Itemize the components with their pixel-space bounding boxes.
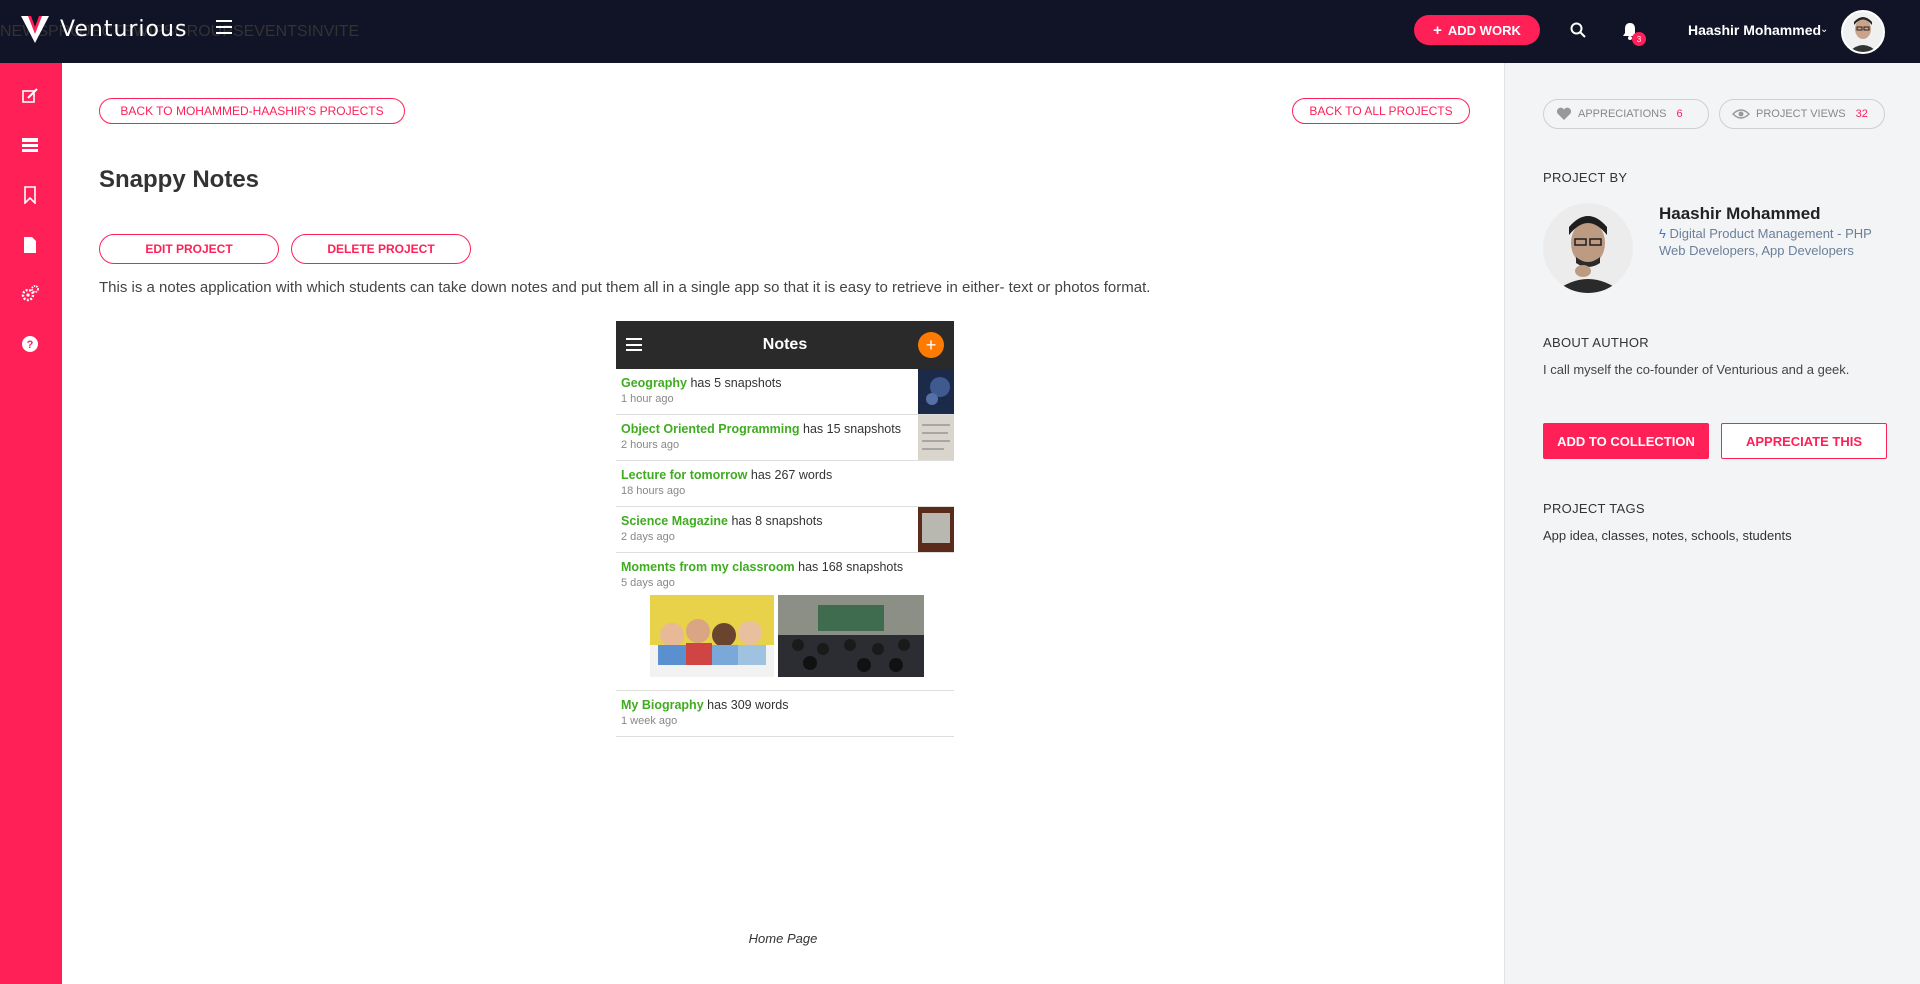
nav-invite[interactable]: INVITE — [308, 23, 360, 41]
note-detail: has 267 words — [750, 468, 833, 482]
project-views-count: 32 — [1855, 108, 1868, 120]
about-author-text: I call myself the co-founder of Venturio… — [1543, 362, 1850, 377]
left-sidebar: ? — [0, 63, 62, 984]
note-time: 1 week ago — [621, 715, 678, 727]
appreciations-label: APPRECIATIONS — [1578, 108, 1667, 120]
phone-title: Notes — [762, 336, 808, 353]
settings-icon[interactable] — [21, 285, 39, 303]
help-icon[interactable]: ? — [21, 335, 39, 353]
back-to-user-projects-button[interactable]: BACK TO MOHAMMED-HAASHIR'S PROJECTS — [99, 98, 405, 124]
back-to-all-projects-button[interactable]: BACK TO ALL PROJECTS — [1292, 98, 1470, 124]
venturious-logo[interactable]: Venturious — [20, 14, 187, 44]
add-to-collection-button[interactable]: ADD TO COLLECTION — [1543, 423, 1709, 459]
list-item: Lecture for tomorrow has 267 words 18 ho… — [616, 461, 954, 507]
nav-events[interactable]: EVENTS — [244, 23, 308, 41]
project-screenshot: Notes + Geography has 5 snapshots 1 hour… — [616, 321, 954, 739]
project-tags: App idea, classes, notes, schools, stude… — [1543, 528, 1792, 543]
list-icon[interactable] — [21, 136, 39, 154]
note-title: Moments from my classroom — [621, 560, 795, 574]
note-detail: has 8 snapshots — [731, 514, 823, 528]
project-description: This is a notes application with which s… — [99, 279, 1151, 296]
list-item: Science Magazine has 8 snapshots 2 days … — [616, 507, 954, 553]
project-tags-heading: PROJECT TAGS — [1543, 501, 1645, 516]
note-thumbnail — [918, 415, 954, 460]
appreciations-count: 6 — [1676, 108, 1683, 120]
lecture-hall-photo — [778, 595, 924, 677]
project-by-heading: PROJECT BY — [1543, 170, 1628, 185]
about-author-heading: ABOUT AUTHOR — [1543, 335, 1649, 350]
appreciations-badge[interactable]: APPRECIATIONS 6 — [1543, 99, 1709, 129]
note-detail: has 5 snapshots — [690, 376, 782, 390]
app-name: Venturious — [60, 16, 188, 42]
image-caption: Home Page — [748, 931, 818, 946]
note-time: 2 hours ago — [621, 439, 680, 451]
note-time: 2 days ago — [621, 531, 675, 543]
add-work-button[interactable]: + ADD WORK — [1414, 15, 1540, 45]
menu-toggle-icon[interactable] — [216, 20, 232, 34]
edit-project-button[interactable]: EDIT PROJECT — [99, 234, 279, 264]
edit-icon[interactable] — [21, 87, 39, 105]
author-role-text: Digital Product Management - PHP Web Dev… — [1659, 226, 1872, 258]
heart-icon — [1556, 107, 1572, 120]
plus-icon: + — [1433, 21, 1442, 39]
project-main-content: BACK TO MOHAMMED-HAASHIR'S PROJECTS BACK… — [62, 63, 1504, 984]
user-name[interactable]: Haashir Mohammed — [1688, 22, 1821, 38]
note-title: Science Magazine — [621, 514, 728, 528]
list-item: Object Oriented Programming has 15 snaps… — [616, 415, 954, 461]
author-avatar[interactable] — [1543, 203, 1633, 293]
phone-add-icon: + — [918, 332, 944, 358]
note-thumbnail — [918, 507, 954, 552]
note-time: 18 hours ago — [621, 485, 686, 497]
note-time: 5 days ago — [621, 577, 675, 589]
classroom-photo — [650, 595, 774, 677]
note-thumbnail — [918, 369, 954, 414]
bookmark-icon[interactable] — [21, 186, 39, 204]
user-avatar[interactable] — [1841, 10, 1885, 54]
add-work-label: ADD WORK — [1447, 22, 1521, 38]
note-detail: has 15 snapshots — [803, 422, 901, 436]
author-role: ϟ Digital Product Management - PHP Web D… — [1659, 225, 1879, 259]
list-item: My Biography has 309 words 1 week ago — [616, 691, 954, 737]
note-title: Object Oriented Programming — [621, 422, 800, 436]
project-views-label: PROJECT VIEWS — [1756, 108, 1846, 120]
list-item: Moments from my classroom has 168 snapsh… — [616, 553, 954, 691]
appreciate-button[interactable]: APPRECIATE THIS — [1721, 423, 1887, 459]
project-title: Snappy Notes — [99, 166, 260, 193]
eye-icon — [1732, 109, 1750, 119]
note-photos — [650, 595, 924, 677]
delete-project-button[interactable]: DELETE PROJECT — [291, 234, 471, 264]
note-detail: has 309 words — [707, 698, 789, 712]
note-title: My Biography — [621, 698, 704, 712]
document-icon[interactable] — [21, 236, 39, 254]
phone-header: Notes + — [616, 321, 954, 369]
list-item: Geography has 5 snapshots 1 hour ago — [616, 369, 954, 415]
note-detail: has 168 snapshots — [798, 560, 904, 574]
author-name[interactable]: Haashir Mohammed — [1659, 204, 1821, 224]
project-views-badge: PROJECT VIEWS 32 — [1719, 99, 1885, 129]
note-time: 1 hour ago — [621, 393, 674, 405]
notification-badge: 3 — [1632, 32, 1646, 46]
project-sidebar: APPRECIATIONS 6 PROJECT VIEWS 32 PROJECT… — [1504, 63, 1920, 984]
chevron-down-icon[interactable]: ⌄ — [1820, 24, 1828, 35]
bolt-icon: ϟ — [1659, 226, 1666, 241]
phone-menu-icon — [626, 338, 642, 351]
top-navigation-bar: Venturious NEWS PROJECTS WIPS GROUPS EVE… — [0, 0, 1920, 63]
note-title: Lecture for tomorrow — [621, 468, 748, 482]
logo-v-icon — [21, 16, 49, 43]
search-icon[interactable] — [1570, 22, 1586, 38]
note-title: Geography — [621, 376, 687, 390]
svg-text:?: ? — [27, 339, 34, 351]
